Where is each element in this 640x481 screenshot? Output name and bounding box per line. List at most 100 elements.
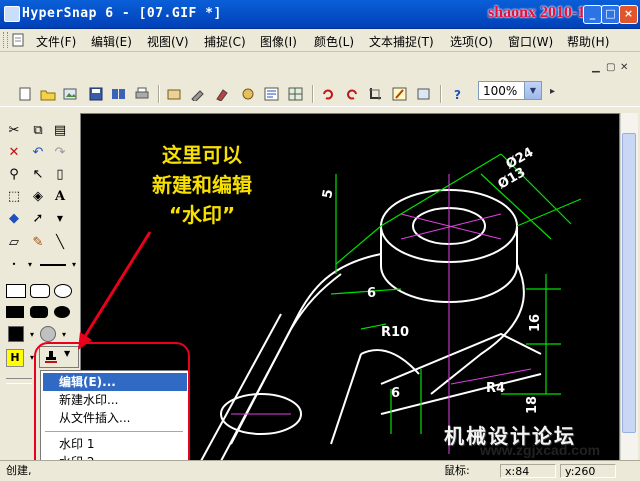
dim-label: Ø13	[496, 165, 529, 193]
toolbar-options-icon[interactable]: ▸	[550, 86, 555, 97]
filled-rect-tool-icon[interactable]	[6, 306, 24, 318]
background-color-swatch[interactable]	[40, 326, 56, 342]
svg-text:?: ?	[454, 88, 461, 101]
grid-capture-icon[interactable]	[288, 86, 304, 102]
dot-style-icon[interactable]: •	[6, 256, 22, 272]
menu-help[interactable]: 帮助(H)	[567, 33, 609, 50]
title-bar: HyperSnap 6 - [07.GIF *] shaonx 2010-1-1…	[0, 0, 640, 29]
dim-label: 6	[391, 386, 400, 401]
vertical-scrollbar[interactable]	[620, 113, 638, 460]
maximize-button[interactable]: □	[601, 5, 620, 24]
mdi-minimize-button[interactable]: ▁	[592, 62, 600, 73]
rectangle-tool-icon[interactable]	[6, 284, 26, 298]
edit-image-icon[interactable]	[392, 86, 408, 102]
menu-colors[interactable]: 颜色(L)	[314, 33, 354, 50]
rotate-right-icon[interactable]	[344, 86, 360, 102]
save-icon[interactable]	[88, 86, 104, 102]
select-arrow-icon[interactable]: ↖	[30, 166, 46, 182]
brush-icon[interactable]	[214, 86, 230, 102]
line-tool-icon[interactable]: ╲	[52, 234, 68, 250]
chevron-down-icon[interactable]: ▼	[524, 82, 541, 99]
annotation-line: 新建和编辑	[152, 173, 252, 197]
mouse-y: y:260	[560, 464, 616, 478]
text-tool-icon[interactable]: A	[52, 188, 68, 204]
close-button[interactable]: ×	[619, 5, 638, 24]
pencil-icon[interactable]: ✎	[30, 234, 46, 250]
arrow-dropdown-icon[interactable]: ▼	[52, 210, 68, 226]
menu-capture[interactable]: 捕捉(C)	[204, 33, 246, 50]
tools-icon[interactable]	[190, 86, 206, 102]
highlight-frame	[34, 342, 190, 476]
menu-options[interactable]: 选项(O)	[450, 33, 493, 50]
annotation-text: 这里可以 新建和编辑 “水印”	[132, 140, 272, 230]
new-file-icon[interactable]	[17, 86, 33, 102]
text-capture-icon[interactable]	[264, 86, 280, 102]
paste-icon[interactable]: ▤	[52, 122, 68, 138]
line-width-icon[interactable]	[40, 264, 66, 266]
print-icon[interactable]	[134, 86, 150, 102]
open-image-icon[interactable]	[63, 86, 79, 102]
document-icon[interactable]	[10, 32, 26, 48]
resize-icon[interactable]	[416, 86, 432, 102]
fill-icon[interactable]: ◈	[30, 188, 46, 204]
dim-label: 18	[525, 396, 540, 414]
rect-select-icon[interactable]: ⬚	[6, 188, 22, 204]
eraser-icon[interactable]: ▱	[6, 234, 22, 250]
line-style-dropdown-icon[interactable]: ▾	[22, 256, 38, 272]
filled-ellipse-tool-icon[interactable]	[54, 306, 70, 318]
crop-icon[interactable]	[368, 86, 384, 102]
delete-icon[interactable]: ✕	[6, 144, 22, 160]
menu-edit[interactable]: 编辑(E)	[91, 33, 132, 50]
app-icon	[4, 6, 20, 22]
menu-window[interactable]: 窗口(W)	[508, 33, 553, 50]
mouse-x: x:84	[500, 464, 556, 478]
rounded-rect-tool-icon[interactable]	[30, 284, 50, 298]
menu-file[interactable]: 文件(F)	[36, 33, 76, 50]
dim-label: R10	[381, 325, 409, 340]
menu-text-capture[interactable]: 文本捕捉(T)	[369, 33, 434, 50]
menu-bar: 文件(F) 编辑(E) 视图(V) 捕捉(C) 图像(I) 颜色(L) 文本捕捉…	[0, 29, 640, 52]
dim-label: 5	[320, 188, 336, 200]
undo-icon[interactable]: ↶	[30, 144, 46, 160]
background-color-dropdown-icon[interactable]: ▾	[56, 326, 72, 342]
capture-region-icon[interactable]	[166, 86, 182, 102]
zoom-select[interactable]: 100% ▼	[478, 81, 542, 100]
annotation-line: “水印”	[168, 203, 236, 227]
mdi-restore-button[interactable]: ▢	[606, 62, 615, 73]
mouse-label: 鼠标:	[444, 464, 470, 477]
minimize-button[interactable]: _	[583, 5, 602, 24]
arrow-tool-icon[interactable]: ➚	[30, 210, 46, 226]
dim-label: 16	[528, 314, 543, 332]
rotate-left-icon[interactable]	[320, 86, 336, 102]
status-bar: 创建, 鼠标: x:84 y:260	[0, 460, 640, 481]
foreground-color-dropdown-icon[interactable]: ▾	[24, 326, 40, 342]
dim-label: 6	[367, 286, 376, 301]
main-toolbar: ?	[0, 80, 640, 107]
zoom-icon[interactable]: ⚲	[6, 166, 22, 182]
cut-icon[interactable]: ✂	[6, 122, 22, 138]
ellipse-tool-icon[interactable]	[54, 284, 72, 298]
page-icon[interactable]: ▯	[52, 166, 68, 182]
dim-label: R4	[486, 381, 505, 396]
foreground-color-swatch[interactable]	[8, 326, 24, 342]
settings-icon[interactable]	[240, 86, 256, 102]
menu-image[interactable]: 图像(I)	[260, 33, 297, 50]
window-title: HyperSnap 6 - [07.GIF *]	[22, 6, 222, 21]
zoom-value: 100%	[483, 84, 518, 98]
menu-grip	[3, 32, 8, 48]
filled-rounded-rect-tool-icon[interactable]	[30, 306, 48, 318]
redo-icon[interactable]: ↷	[52, 144, 68, 160]
copy-icon[interactable]: ⧉	[30, 122, 46, 138]
mdi-close-button[interactable]: ✕	[620, 62, 628, 73]
status-text: 创建,	[6, 464, 32, 477]
menu-view[interactable]: 视图(V)	[147, 33, 189, 50]
highlight-tool-button[interactable]: H	[6, 349, 24, 367]
book-icon[interactable]	[111, 86, 127, 102]
color-picker-icon[interactable]: ◆	[6, 210, 22, 226]
open-folder-icon[interactable]	[40, 86, 56, 102]
help-icon[interactable]: ?	[450, 86, 466, 102]
scrollbar-thumb[interactable]	[622, 133, 636, 433]
site-url: www.zgjxcad.com	[480, 442, 601, 458]
opacity-slider[interactable]	[6, 378, 32, 384]
annotation-line: 这里可以	[162, 143, 242, 167]
